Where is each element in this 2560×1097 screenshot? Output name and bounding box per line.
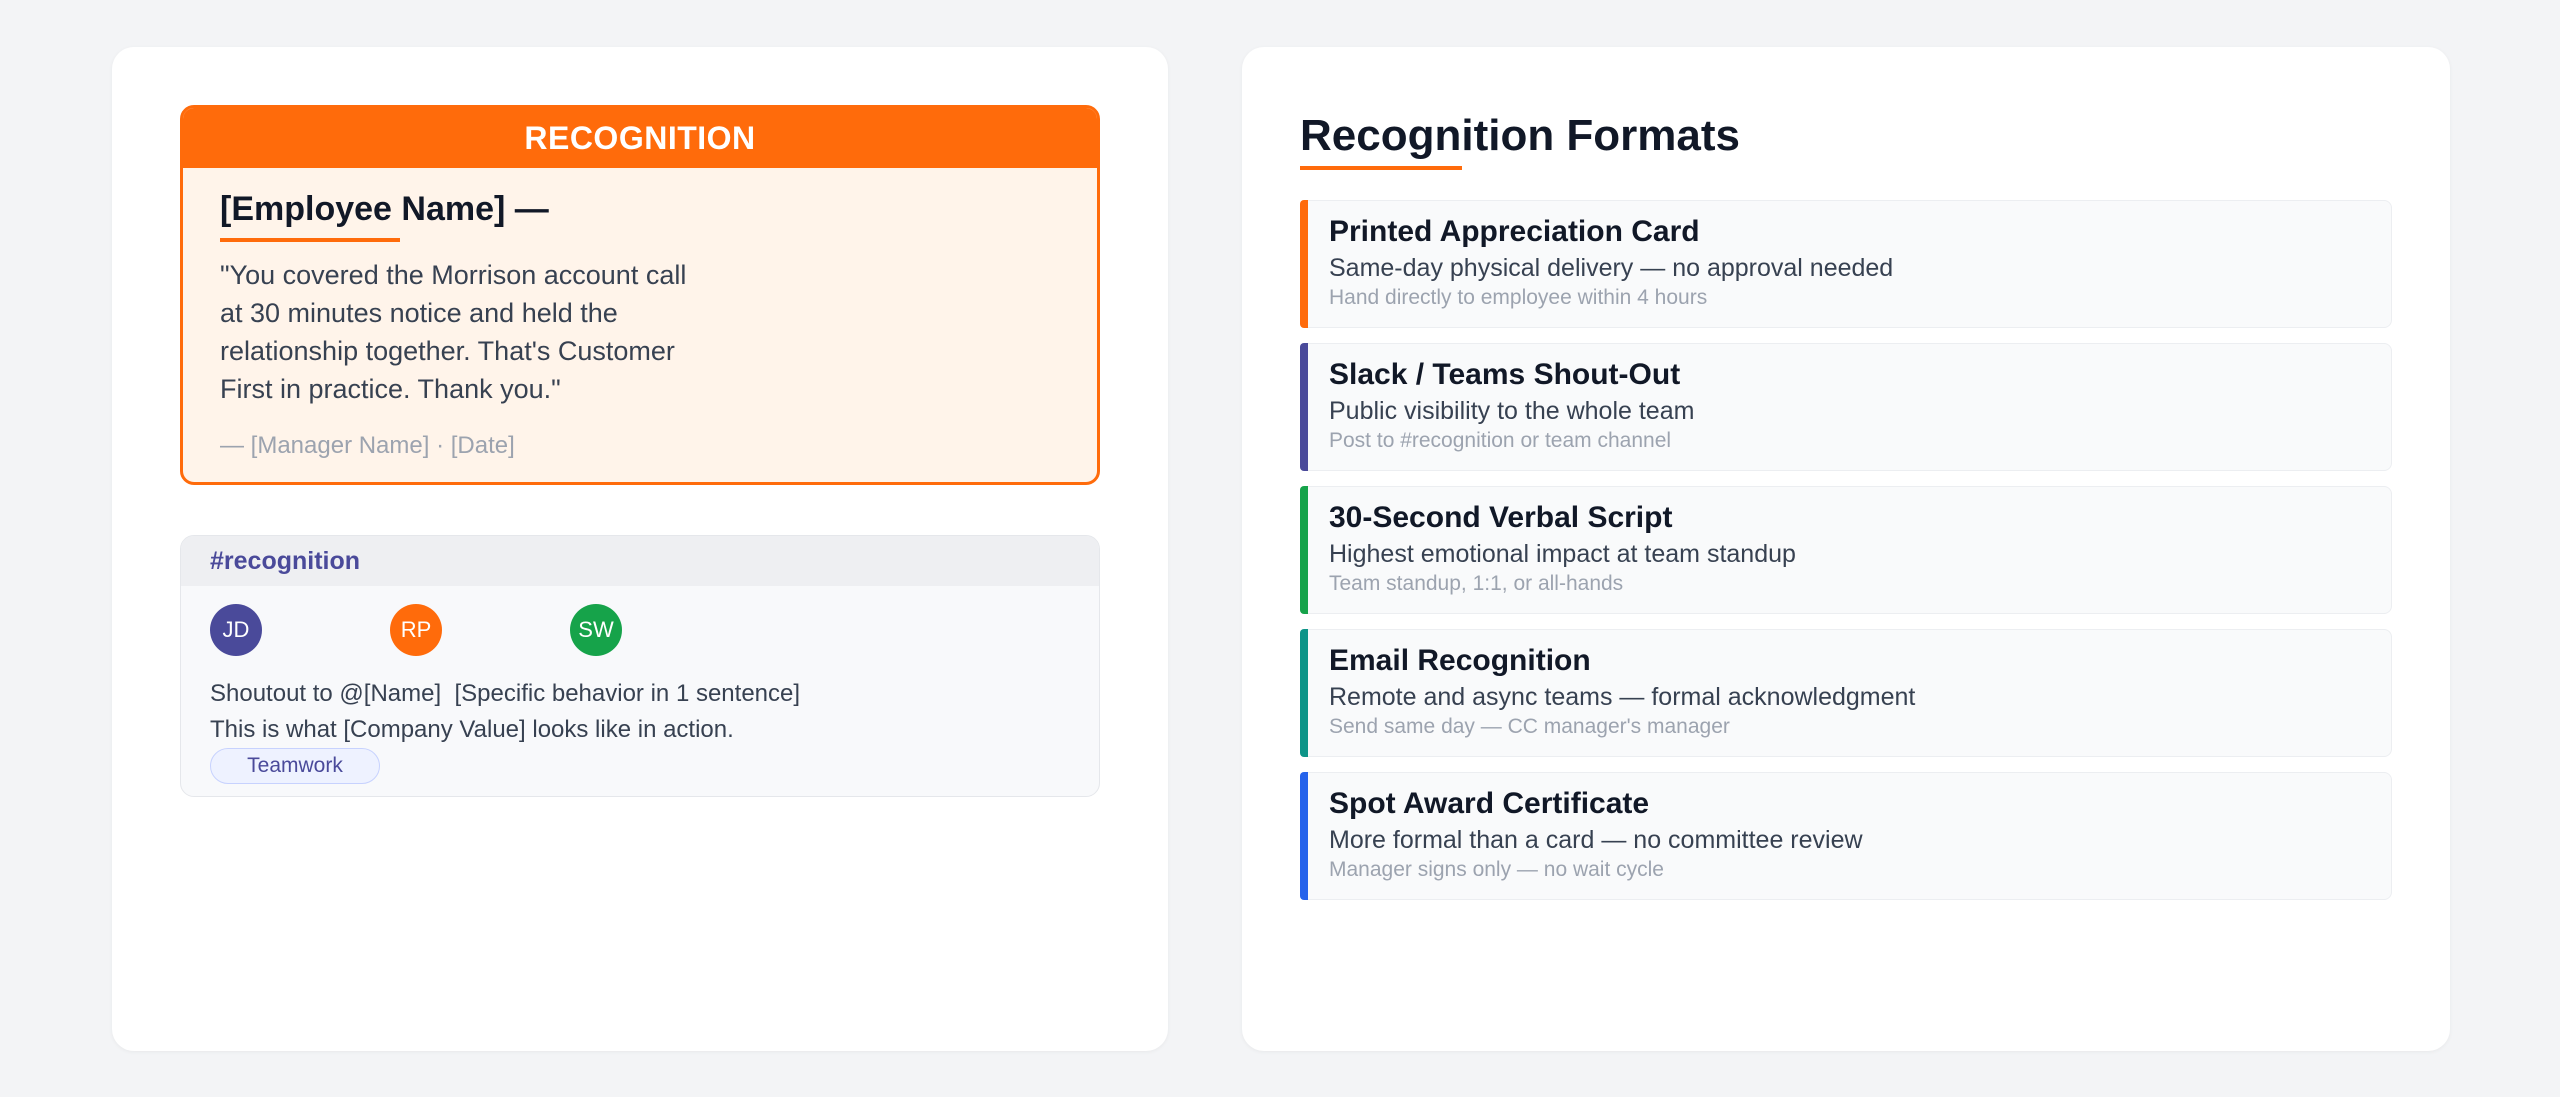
recognition-quote: "You covered the Morrison account call a…	[220, 260, 687, 404]
recognition-card: RECOGNITION [Employee Name] — "You cover…	[180, 105, 1100, 485]
format-item-printed-card[interactable]: Printed Appreciation Card Same-day physi…	[1300, 200, 2392, 328]
value-line: This is what [Company Value] looks like …	[210, 716, 734, 743]
name-underline	[220, 238, 400, 242]
format-accent-bar	[1300, 486, 1308, 614]
format-title: Slack / Teams Shout-Out	[1329, 358, 1681, 391]
slack-preview: #recognition JD RP SW Shoutout to @[Name…	[180, 535, 1100, 797]
format-note: Manager signs only — no wait cycle	[1329, 858, 1664, 881]
format-subtitle: Public visibility to the whole team	[1329, 397, 1695, 425]
format-accent-bar	[1300, 200, 1308, 328]
employee-name: [Employee Name] —	[220, 190, 549, 228]
format-accent-bar	[1300, 772, 1308, 900]
value-tag[interactable]: Teamwork	[210, 748, 380, 784]
format-title: Printed Appreciation Card	[1329, 215, 1700, 248]
format-item-spot-award[interactable]: Spot Award Certificate More formal than …	[1300, 772, 2392, 900]
format-subtitle: Same-day physical delivery — no approval…	[1329, 254, 1894, 282]
format-accent-bar	[1300, 343, 1308, 471]
format-subtitle: More formal than a card — no committee r…	[1329, 826, 1863, 854]
format-title: Spot Award Certificate	[1329, 787, 1650, 820]
shoutout-line: Shoutout to @[Name] [Specific behavior i…	[210, 680, 801, 707]
format-note: Team standup, 1:1, or all-hands	[1329, 572, 1624, 595]
format-note: Hand directly to employee within 4 hours	[1329, 286, 1708, 309]
format-note: Send same day — CC manager's manager	[1329, 715, 1730, 738]
channel-name[interactable]: #recognition	[181, 536, 1099, 586]
left-panel: RECOGNITION [Employee Name] — "You cover…	[112, 47, 1168, 1051]
format-title: Email Recognition	[1329, 644, 1591, 677]
right-panel: Recognition Formats Printed Appreciation…	[1242, 47, 2450, 1051]
format-subtitle: Remote and async teams — formal acknowle…	[1329, 683, 1916, 711]
format-item-email[interactable]: Email Recognition Remote and async teams…	[1300, 629, 2392, 757]
format-title: 30-Second Verbal Script	[1329, 501, 1673, 534]
avatar[interactable]: JD	[210, 604, 262, 656]
format-accent-bar	[1300, 629, 1308, 757]
formats-title: Recognition Formats	[1300, 111, 1741, 160]
format-note: Post to #recognition or team channel	[1329, 429, 1672, 452]
card-header: RECOGNITION	[183, 108, 1097, 168]
avatar[interactable]: SW	[570, 604, 622, 656]
avatar[interactable]: RP	[390, 604, 442, 656]
title-underline	[1300, 166, 1462, 170]
format-subtitle: Highest emotional impact at team standup	[1329, 540, 1796, 568]
format-item-shout-out[interactable]: Slack / Teams Shout-Out Public visibilit…	[1300, 343, 2392, 471]
manager-signoff: — [Manager Name] · [Date]	[220, 432, 515, 459]
format-item-verbal-script[interactable]: 30-Second Verbal Script Highest emotiona…	[1300, 486, 2392, 614]
